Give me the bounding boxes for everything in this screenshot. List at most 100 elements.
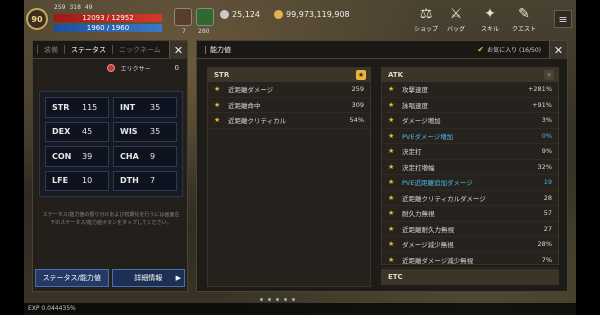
- hud-stat-row: 259 318 49: [54, 4, 93, 11]
- status-panel-tabs: 装備 ステータス ニックネーム ✕: [33, 41, 187, 59]
- atk-row[interactable]: ★ 決定打増幅 32%: [382, 160, 558, 175]
- row-value: 57: [543, 209, 552, 218]
- star-icon: ★: [388, 255, 395, 264]
- star-icon: ★: [388, 100, 395, 109]
- str-header[interactable]: STR ★: [208, 68, 370, 82]
- hud-stat-a: 259: [54, 4, 66, 11]
- skill-icon: ✦: [484, 6, 496, 22]
- str-row[interactable]: ★ 近距離クリティカル 54%: [208, 113, 370, 129]
- menu-shop-label: ショップ: [414, 26, 439, 33]
- stat-cell-cha: CHA 9: [113, 146, 177, 167]
- favorites-toggle[interactable]: ✔ お気に入り (16/50): [477, 45, 541, 54]
- stat-name: STR: [52, 102, 70, 112]
- tab-nickname[interactable]: ニックネーム: [113, 45, 167, 55]
- atk-row[interactable]: ★ 近距離クリティカルダメージ 28: [382, 191, 558, 206]
- menu-quest[interactable]: ✎ クエスト: [512, 4, 536, 33]
- row-value: 0%: [541, 131, 552, 140]
- row-label: PVE近距離追加ダメージ: [402, 179, 473, 188]
- shop-icon: ⚖: [419, 6, 433, 22]
- row-value: 19: [543, 178, 552, 187]
- ability-panel-title: 能力値: [197, 45, 231, 55]
- tab-equipment[interactable]: 装備: [38, 45, 64, 55]
- stat-cell-wis: WIS 35: [113, 121, 177, 142]
- row-value: 9%: [541, 147, 552, 156]
- atk-row[interactable]: ★ ダメージ増加 3%: [382, 113, 558, 129]
- stat-name: LFE: [52, 176, 69, 186]
- row-label: 詠唱速度: [402, 101, 428, 110]
- hamburger-menu-icon[interactable]: ≡: [554, 10, 572, 28]
- atk-row[interactable]: ★ 近距離ダメージ減少無視 7%: [382, 253, 558, 268]
- level-badge[interactable]: 90: [26, 8, 48, 30]
- atk-row[interactable]: ★ ダメージ減少無視 28%: [382, 237, 558, 253]
- currency-1-value: 25,124: [232, 10, 260, 19]
- star-icon: ★: [388, 224, 395, 233]
- exp-bar: EXP 0.044435%: [24, 303, 576, 315]
- menu-bag-label: バッグ: [446, 26, 465, 33]
- atk-header[interactable]: ATK ★: [382, 68, 558, 82]
- menu-shop[interactable]: ⚖ ショップ: [414, 4, 438, 33]
- ability-panel: 能力値 ✔ お気に入り (16/50) ✕ STR ★ ★ 近距離ダメージ 259 …: [196, 40, 568, 292]
- row-value: 259: [351, 85, 364, 94]
- stat-value: 39: [82, 151, 93, 161]
- stat-value: 45: [82, 127, 93, 137]
- stat-cell-con: CON 39: [45, 146, 109, 167]
- status-points-button[interactable]: ステータス/能力値: [35, 269, 109, 287]
- str-row[interactable]: ★ 近距離命中 309: [208, 98, 370, 113]
- stat-cell-int: INT 35: [113, 97, 177, 118]
- row-value: 3%: [541, 116, 552, 125]
- menu-bag[interactable]: ⚔ バッグ: [446, 4, 466, 33]
- menu-skill[interactable]: ✦ スキル: [480, 4, 500, 33]
- letterbox-right: [576, 0, 600, 315]
- atk-header-label: ATK: [388, 71, 404, 79]
- atk-row[interactable]: ★ PVEダメージ増加 0%: [382, 129, 558, 144]
- row-label: 決定打増幅: [402, 163, 435, 172]
- bag-icon: ⚔: [449, 6, 463, 22]
- row-label: 近距離ダメージ: [228, 86, 274, 95]
- gold-coin-icon: [274, 10, 283, 19]
- check-icon: ✔: [477, 45, 485, 54]
- etc-header[interactable]: ETC: [381, 269, 559, 285]
- row-label: 耐久力無視: [402, 210, 435, 219]
- atk-row[interactable]: ★ 攻撃速度 +281%: [382, 82, 558, 98]
- star-icon: ★: [388, 147, 395, 156]
- stat-cell-lfe: LFE 10: [45, 170, 109, 191]
- detail-info-label: 詳細情報: [134, 274, 163, 282]
- stat-value: 35: [150, 127, 161, 137]
- potion-icon[interactable]: [174, 8, 192, 26]
- stat-name: CHA: [120, 151, 139, 161]
- mp-bar: 1960 / 1960: [54, 24, 162, 32]
- atk-row[interactable]: ★ PVE近距離追加ダメージ 19: [382, 175, 558, 191]
- atk-row[interactable]: ★ 近距離耐久力無視 27: [382, 222, 558, 237]
- stat-name: CON: [52, 151, 72, 161]
- hud-stat-c: 49: [84, 4, 93, 11]
- atk-row[interactable]: ★ 詠唱速度 +91%: [382, 98, 558, 113]
- tab-status[interactable]: ステータス: [65, 45, 112, 55]
- leaf-item-icon[interactable]: [196, 8, 214, 26]
- row-value: +281%: [527, 85, 552, 94]
- stat-name: DEX: [52, 127, 71, 137]
- hp-bar: 12093 / 12952: [54, 14, 162, 22]
- ability-close-button[interactable]: ✕: [549, 41, 567, 59]
- detail-info-button[interactable]: 詳細情報 ▶: [111, 269, 185, 287]
- star-icon[interactable]: ★: [356, 70, 366, 80]
- stat-grid: STR 115 INT 35 DEX 45 WIS 35 CON 39 CHA 9 LFE 1…: [40, 92, 182, 196]
- elixir-row: エリクサー 0: [33, 59, 187, 77]
- hud-stat-b: 318: [69, 4, 81, 11]
- row-value: 28: [543, 193, 552, 202]
- row-label: 近距離命中: [228, 101, 261, 110]
- stat-name: WIS: [120, 127, 138, 137]
- row-label: 近距離クリティカル: [228, 117, 287, 126]
- status-panel: 装備 ステータス ニックネーム ✕ エリクサー 0 STR 115 INT 35 D…: [32, 40, 188, 292]
- status-close-button[interactable]: ✕: [169, 41, 187, 59]
- row-value: 7%: [541, 255, 552, 264]
- close-icon: ✕: [553, 43, 564, 57]
- str-row[interactable]: ★ 近距離ダメージ 259: [208, 82, 370, 98]
- status-points-label: ステータス/能力値: [42, 274, 101, 282]
- status-buttons: ステータス/能力値 詳細情報 ▶: [35, 269, 185, 287]
- star-icon: ★: [214, 85, 221, 94]
- star-icon: ★: [214, 116, 221, 125]
- stat-grid-box: STR 115 INT 35 DEX 45 WIS 35 CON 39 CHA 9 LFE 1…: [39, 91, 183, 197]
- star-icon[interactable]: ★: [544, 70, 554, 80]
- atk-row[interactable]: ★ 決定打 9%: [382, 144, 558, 160]
- atk-row[interactable]: ★ 耐久力無視 57: [382, 206, 558, 222]
